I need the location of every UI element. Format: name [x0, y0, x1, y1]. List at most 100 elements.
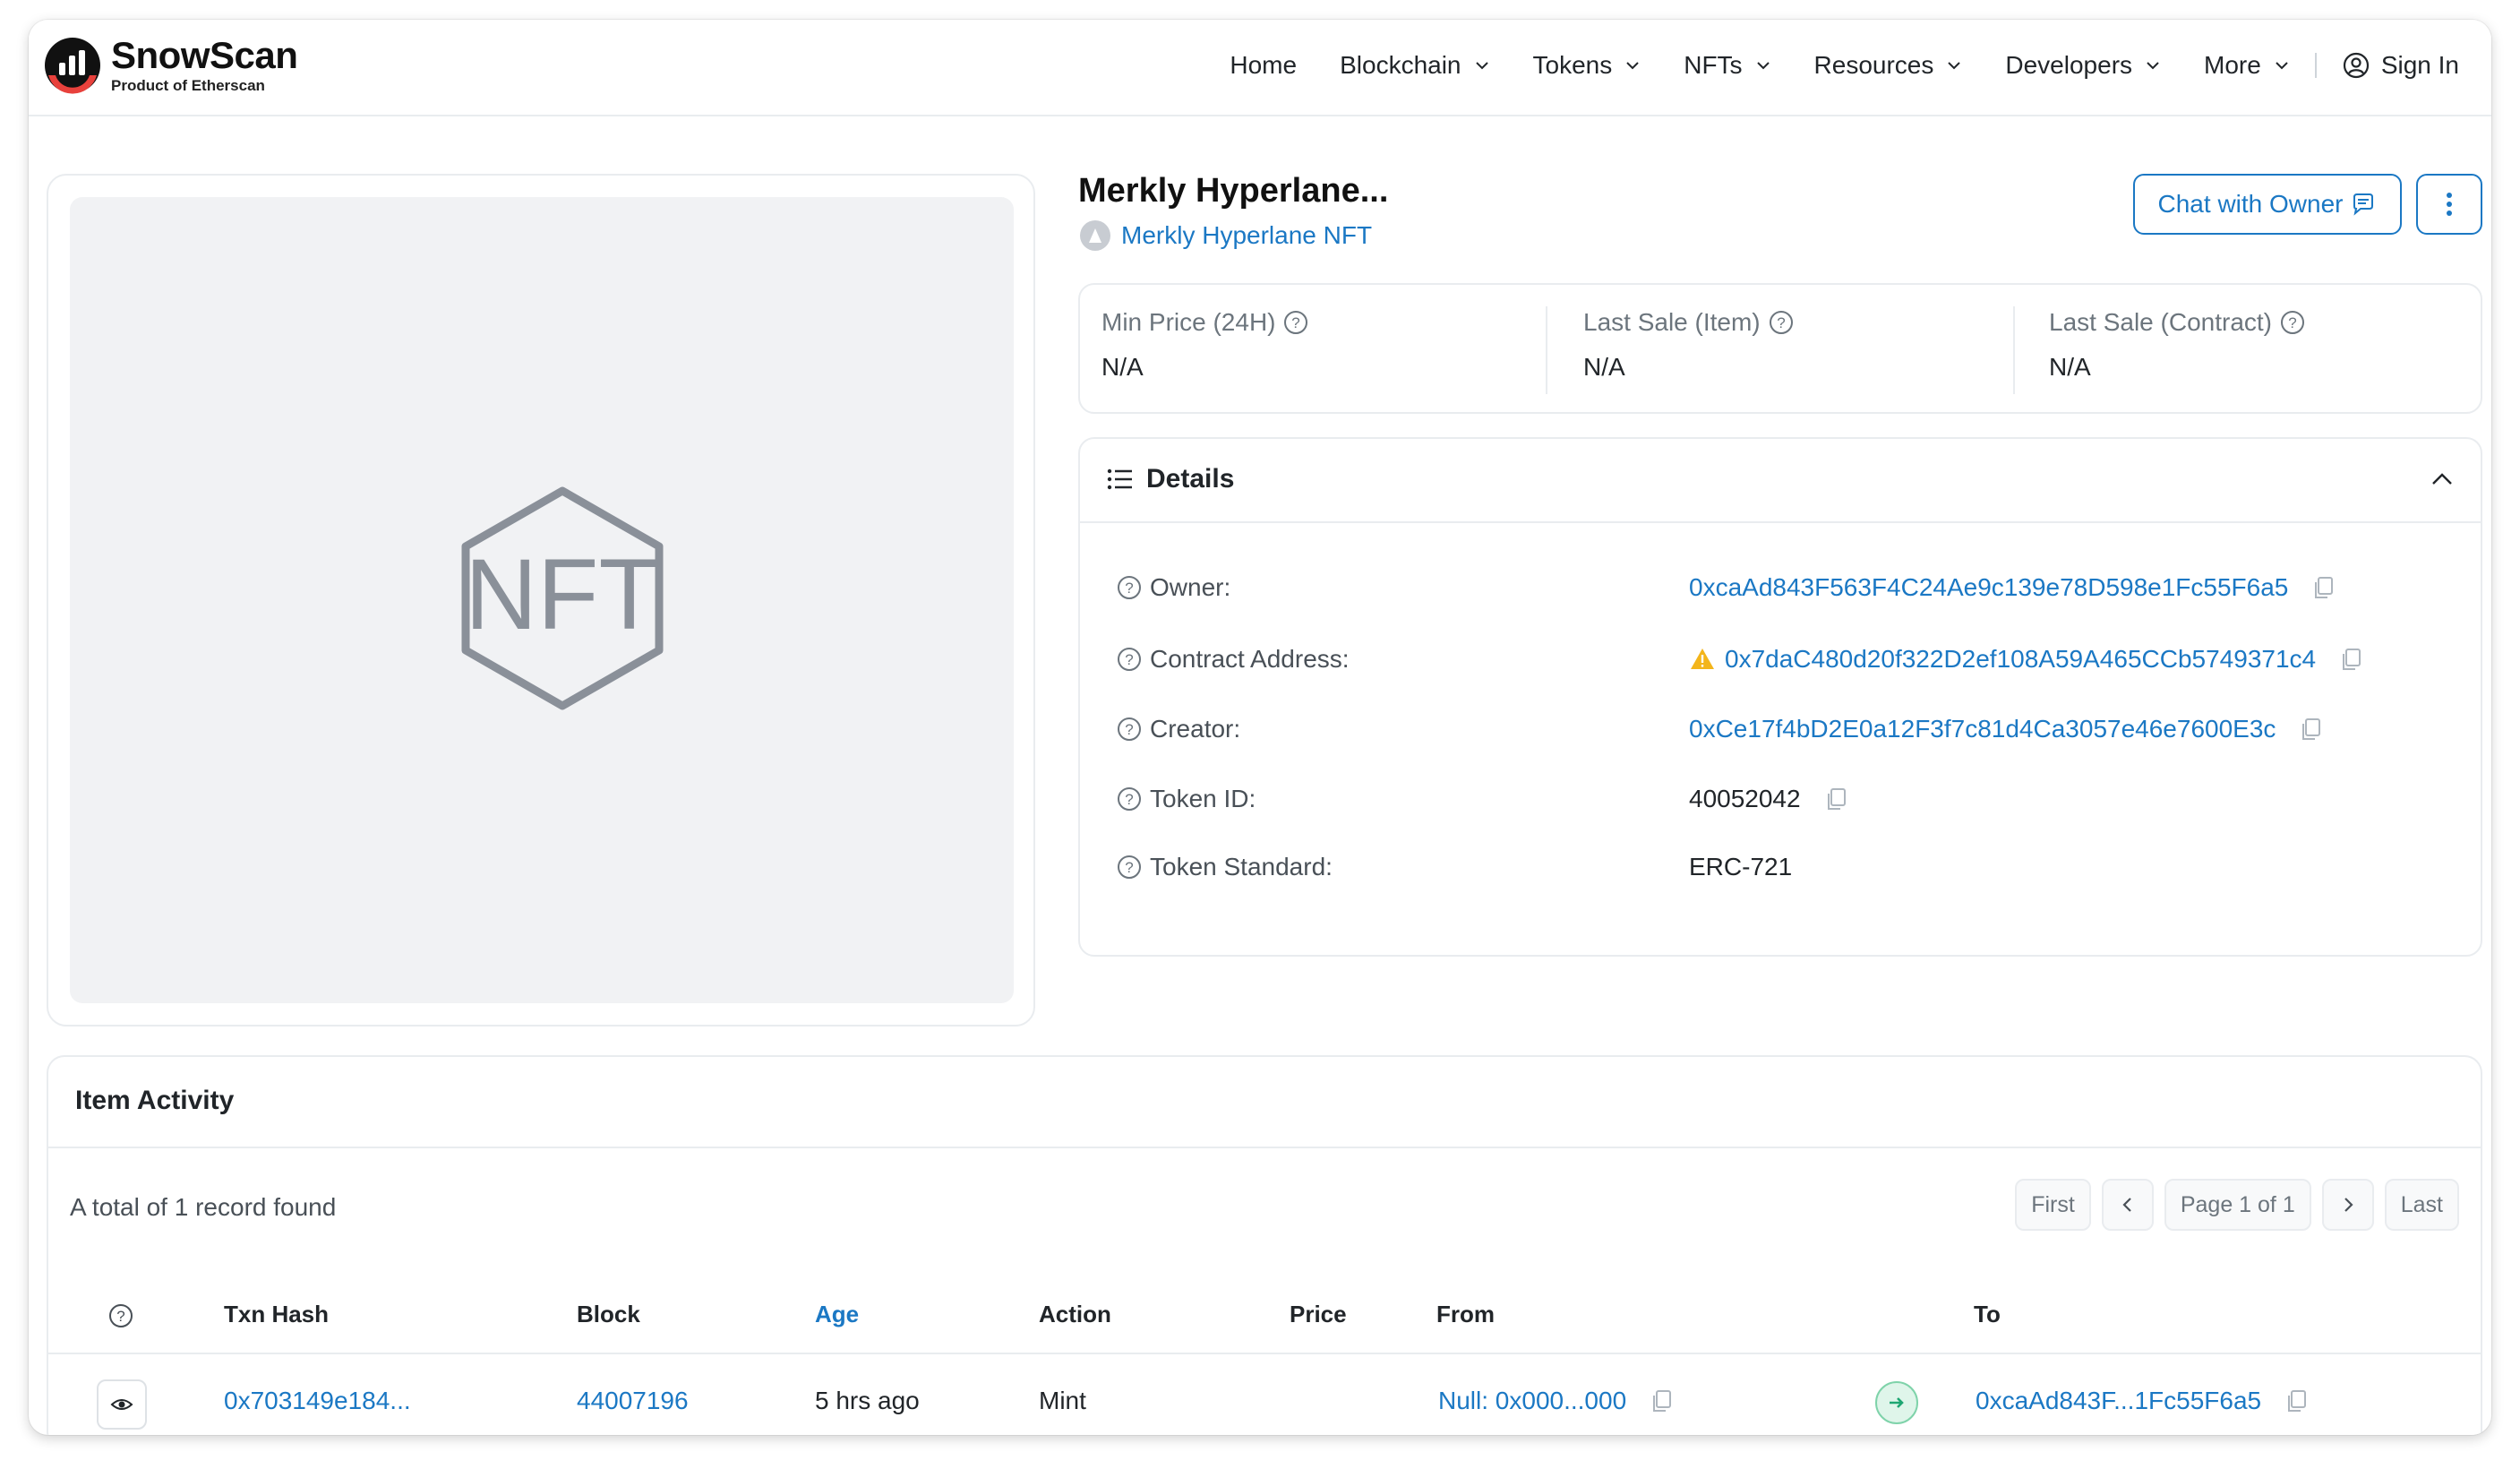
nav-nfts[interactable]: NFTs — [1684, 51, 1770, 80]
col-age[interactable]: Age — [815, 1301, 859, 1328]
sign-in-label: Sign In — [2380, 51, 2459, 79]
token-coin-icon — [1080, 220, 1110, 251]
item-activity-card: Item Activity A total of 1 record found … — [47, 1055, 2482, 1435]
svg-text:?: ? — [1125, 580, 1133, 597]
col-price: Price — [1290, 1301, 1347, 1327]
question-circle-icon[interactable]: ? — [1116, 786, 1143, 812]
nav-home[interactable]: Home — [1230, 51, 1297, 80]
warning-triangle-icon — [1691, 649, 1714, 669]
pager-last-button[interactable]: Last — [2384, 1179, 2459, 1231]
owner-address-link[interactable]: 0xcaAd843F563F4C24Ae9c139e78D598e1Fc55F6… — [1689, 573, 2288, 602]
nft-placeholder-text: NFT — [465, 538, 660, 650]
token-standard-label: Token Standard: — [1150, 853, 1333, 881]
txn-hash-link[interactable]: 0x703149e184... — [224, 1387, 411, 1415]
site-logo[interactable]: SnowScan Product of Etherscan — [43, 34, 298, 95]
price-divider — [2013, 306, 2015, 394]
copy-icon[interactable] — [1822, 786, 1849, 812]
question-circle-icon[interactable]: ? — [2279, 309, 2306, 336]
detail-row-token-id: ? Token ID: 40052042 — [1116, 785, 2459, 820]
nav-developers[interactable]: Developers — [2005, 51, 2161, 80]
nft-placeholder-icon: NFT — [461, 486, 664, 710]
contract-address-link[interactable]: 0x7daC480d20f322D2ef108A59A465CCb5749371… — [1725, 645, 2316, 674]
logo-subtitle: Product of Etherscan — [111, 77, 265, 94]
chevron-left-icon — [2122, 1198, 2131, 1212]
creator-label: Creator: — [1150, 715, 1241, 743]
chevron-down-icon — [1948, 62, 1961, 70]
question-circle-icon[interactable]: ? — [1282, 309, 1309, 336]
chevron-down-icon — [2147, 62, 2159, 70]
list-icon — [1107, 468, 1132, 490]
nav-tokens-label: Tokens — [1532, 51, 1613, 79]
col-block: Block — [577, 1301, 640, 1327]
detail-row-contract: ? Contract Address: 0x7daC480d20f322D2ef… — [1116, 645, 2459, 681]
nav-home-label: Home — [1230, 51, 1298, 79]
table-header: ? Txn Hash Block Age Action Price From T… — [48, 1279, 2481, 1354]
token-id-value: 40052042 — [1689, 785, 1801, 812]
last-sale-item-value: N/A — [1583, 353, 1625, 381]
nav-resources[interactable]: Resources — [1814, 51, 1963, 80]
min-price-value: N/A — [1101, 353, 1144, 381]
nav-resources-label: Resources — [1813, 51, 1934, 79]
pager-current-page: Page 1 of 1 — [2164, 1179, 2311, 1231]
svg-text:?: ? — [1125, 859, 1133, 876]
col-txn-hash: Txn Hash — [224, 1301, 330, 1327]
nft-image-card: NFT — [47, 174, 1035, 1027]
logo-name: SnowScan — [111, 34, 298, 76]
copy-icon[interactable] — [2310, 574, 2336, 601]
more-options-button[interactable] — [2416, 174, 2482, 235]
question-circle-icon[interactable]: ? — [1116, 716, 1143, 743]
details-header[interactable]: Details — [1080, 439, 2481, 523]
pager-next-button[interactable] — [2321, 1179, 2374, 1231]
main-nav: Home Blockchain Tokens NFTs Resources De… — [1187, 45, 2459, 86]
table-row: 0x703149e184... 44007196 5 hrs ago Mint … — [48, 1356, 2481, 1435]
nft-title: Merkly Hyperlane... — [1078, 172, 1389, 210]
pager-first-button[interactable]: First — [2015, 1179, 2091, 1231]
question-circle-icon[interactable]: ? — [1116, 574, 1143, 601]
svg-text:?: ? — [1292, 314, 1300, 331]
price-summary-card: Min Price (24H) ? N/A Last Sale (Item) ?… — [1078, 283, 2482, 414]
last-sale-contract: Last Sale (Contract) ? N/A — [2049, 308, 2306, 382]
svg-text:?: ? — [1125, 651, 1133, 668]
col-action: Action — [1039, 1301, 1111, 1327]
svg-text:?: ? — [116, 1308, 124, 1325]
sign-in-link[interactable]: Sign In — [2342, 51, 2459, 80]
action-value: Mint — [1039, 1387, 1086, 1414]
nav-blockchain-label: Blockchain — [1340, 51, 1461, 79]
question-circle-icon[interactable]: ? — [1116, 646, 1143, 673]
copy-icon[interactable] — [1648, 1387, 1675, 1414]
collection-name: Merkly Hyperlane NFT — [1121, 221, 1373, 249]
creator-address-link[interactable]: 0xCe17f4bD2E0a12F3f7c81d4Ca3057e46e7600E… — [1689, 715, 2276, 743]
block-link[interactable]: 44007196 — [577, 1387, 689, 1415]
nav-blockchain[interactable]: Blockchain — [1340, 51, 1489, 80]
owner-label: Owner: — [1150, 573, 1231, 601]
contract-label: Contract Address: — [1150, 645, 1350, 673]
nav-tokens[interactable]: Tokens — [1533, 51, 1641, 80]
age-value: 5 hrs ago — [815, 1387, 920, 1414]
chat-button-label: Chat with Owner — [2157, 190, 2344, 218]
chat-with-owner-button[interactable]: Chat with Owner — [2133, 174, 2402, 235]
nft-image: NFT — [70, 197, 1014, 1003]
detail-row-owner: ? Owner: 0xcaAd843F563F4C24Ae9c139e78D59… — [1116, 573, 2459, 609]
view-details-button[interactable] — [97, 1379, 147, 1430]
svg-text:?: ? — [1125, 791, 1133, 808]
copy-icon[interactable] — [2337, 646, 2364, 673]
min-price-label: Min Price (24H) — [1101, 308, 1276, 336]
snowscan-logo-icon — [45, 38, 100, 94]
question-circle-icon[interactable]: ? — [1768, 309, 1795, 336]
from-address-link[interactable]: Null: 0x000...000 — [1438, 1387, 1626, 1415]
collection-link[interactable]: Merkly Hyperlane NFT — [1078, 219, 1372, 253]
from-cell: Null: 0x000...000 — [1438, 1387, 1675, 1415]
token-id-label: Token ID: — [1150, 785, 1256, 812]
question-circle-icon[interactable]: ? — [107, 1302, 134, 1329]
details-title: Details — [1146, 464, 1235, 494]
nav-more-label: More — [2204, 51, 2261, 79]
svg-text:?: ? — [1777, 314, 1785, 331]
copy-icon[interactable] — [2297, 716, 2324, 743]
copy-icon[interactable] — [2283, 1387, 2310, 1414]
chevron-up-icon[interactable] — [2429, 466, 2456, 493]
nav-more[interactable]: More — [2204, 51, 2290, 80]
question-circle-icon[interactable]: ? — [1116, 854, 1143, 881]
records-count: A total of 1 record found — [70, 1193, 337, 1221]
pager-prev-button[interactable] — [2101, 1179, 2154, 1231]
to-address-link[interactable]: 0xcaAd843F...1Fc55F6a5 — [1976, 1387, 2261, 1415]
